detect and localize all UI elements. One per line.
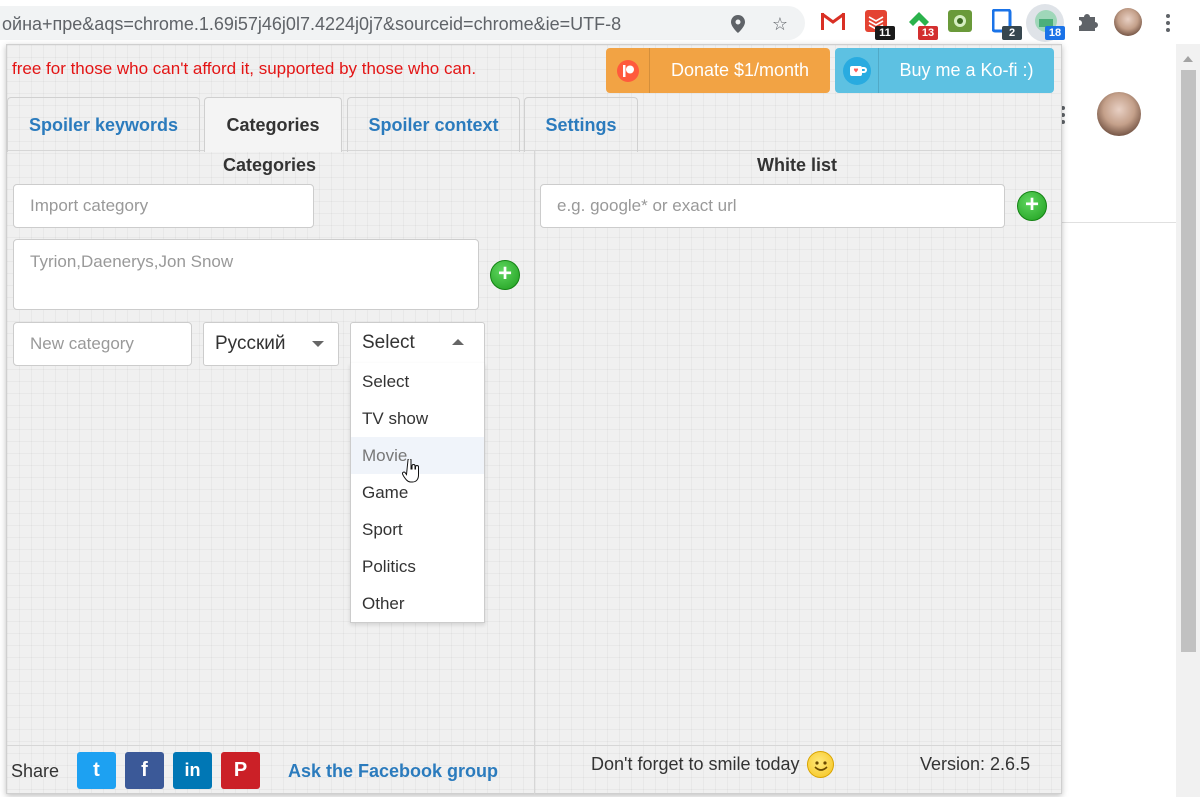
language-value: Русский	[215, 333, 286, 354]
smiley-icon	[807, 751, 834, 778]
dropdown-option-sport[interactable]: Sport	[351, 511, 484, 548]
linkedin-glyph: in	[184, 760, 201, 780]
location-pin-icon[interactable]	[727, 13, 749, 35]
version-text: Version: 2.6.5	[920, 754, 1031, 774]
todoist-icon[interactable]: 11	[863, 8, 895, 40]
hand-cursor-icon	[401, 458, 420, 489]
language-select[interactable]: Русский	[203, 322, 339, 366]
plus-icon: +	[497, 260, 512, 287]
categories-title: Categories	[223, 155, 317, 175]
footer-column-divider	[534, 745, 535, 795]
new-category-placeholder: New category	[30, 334, 134, 353]
page-avatar[interactable]	[1097, 92, 1141, 136]
facebook-icon[interactable]: f	[125, 752, 164, 789]
scroll-thumb[interactable]	[1181, 70, 1196, 652]
column-divider	[534, 151, 535, 745]
pinterest-icon[interactable]: P	[221, 752, 260, 789]
dropdown-option-politics[interactable]: Politics	[351, 548, 484, 585]
puzzle-icon[interactable]	[1074, 8, 1100, 34]
gmail-icon[interactable]	[820, 8, 846, 34]
tab-categories[interactable]: Categories	[204, 97, 342, 152]
feedly-icon[interactable]: 13	[906, 8, 938, 40]
spoiler-blocker-icon[interactable]: 18	[1033, 8, 1065, 40]
category-type-select[interactable]: Select	[350, 322, 485, 364]
twitter-icon[interactable]: t	[77, 752, 116, 789]
kofi-label: Buy me a Ko-fi :)	[899, 60, 1034, 80]
share-label: Share	[11, 761, 60, 781]
background-page	[1062, 44, 1176, 797]
facebook-glyph: f	[141, 759, 148, 781]
donate-label: Donate $1/month	[670, 60, 810, 80]
profile-avatar[interactable]	[1114, 8, 1142, 36]
extension-popup: free for those who can't afford it, supp…	[6, 44, 1062, 795]
background-divider	[1062, 222, 1176, 223]
dropdown-option-select[interactable]: Select	[351, 363, 484, 400]
twitter-glyph: t	[93, 759, 100, 781]
tab-manager-icon[interactable]: 2	[990, 8, 1022, 40]
plus-icon: +	[1024, 191, 1039, 218]
address-bar[interactable]: ойна+пре&aqs=chrome.1.69i57j46j0l7.4224j…	[0, 6, 805, 40]
linkedin-icon[interactable]: in	[173, 752, 212, 789]
star-icon[interactable]: ☆	[769, 13, 791, 35]
spoiler-blocker-badge: 18	[1045, 26, 1065, 40]
import-category-placeholder: Import category	[30, 196, 149, 215]
add-keywords-button[interactable]: +	[490, 260, 520, 290]
tab-spoiler-keywords[interactable]: Spoiler keywords	[7, 97, 200, 152]
page-scrollbar[interactable]	[1176, 44, 1200, 797]
slogan-text: free for those who can't afford it, supp…	[12, 59, 477, 78]
import-category-input[interactable]: Import category	[13, 184, 314, 228]
tab-bar: Spoiler keywords Categories Spoiler cont…	[7, 97, 1061, 152]
whitelist-url-input[interactable]: e.g. google* or exact url	[540, 184, 1005, 228]
screen-recorder-icon[interactable]	[947, 8, 973, 34]
donate-button[interactable]: Donate $1/month	[606, 48, 830, 93]
kofi-cup-icon	[835, 48, 879, 93]
whitelist-url-placeholder: e.g. google* or exact url	[557, 196, 737, 215]
chevron-up-icon	[452, 339, 464, 345]
keywords-placeholder: Tyrion,Daenerys,Jon Snow	[30, 252, 234, 271]
add-whitelist-button[interactable]: +	[1017, 191, 1047, 221]
pinterest-glyph: P	[233, 759, 248, 781]
kofi-button[interactable]: Buy me a Ko-fi :)	[835, 48, 1054, 93]
facebook-group-link[interactable]: Ask the Facebook group	[288, 761, 498, 782]
new-category-input[interactable]: New category	[13, 322, 192, 366]
browser-toolbar: ойна+пре&aqs=chrome.1.69i57j46j0l7.4224j…	[0, 0, 1200, 44]
tab-settings[interactable]: Settings	[524, 97, 638, 152]
tab-spoiler-context[interactable]: Spoiler context	[347, 97, 520, 152]
dropdown-option-tv-show[interactable]: TV show	[351, 400, 484, 437]
smile-reminder-text: Don't forget to smile today	[591, 754, 800, 774]
url-text[interactable]: ойна+пре&aqs=chrome.1.69i57j46j0l7.4224j…	[2, 14, 621, 35]
category-type-dropdown: Select TV show Movie Game Sport Politics…	[350, 363, 485, 623]
chevron-down-icon	[312, 341, 324, 347]
scroll-up-icon[interactable]	[1183, 56, 1193, 62]
dropdown-option-other[interactable]: Other	[351, 585, 484, 622]
todoist-badge: 11	[875, 26, 895, 40]
category-type-value: Select	[362, 332, 415, 353]
tab-manager-badge: 2	[1002, 26, 1022, 40]
whitelist-title: White list	[757, 155, 837, 175]
chrome-menu-icon[interactable]	[1166, 14, 1170, 32]
patreon-icon	[606, 48, 650, 93]
keywords-textarea[interactable]: Tyrion,Daenerys,Jon Snow	[13, 239, 479, 310]
feedly-badge: 13	[918, 26, 938, 40]
